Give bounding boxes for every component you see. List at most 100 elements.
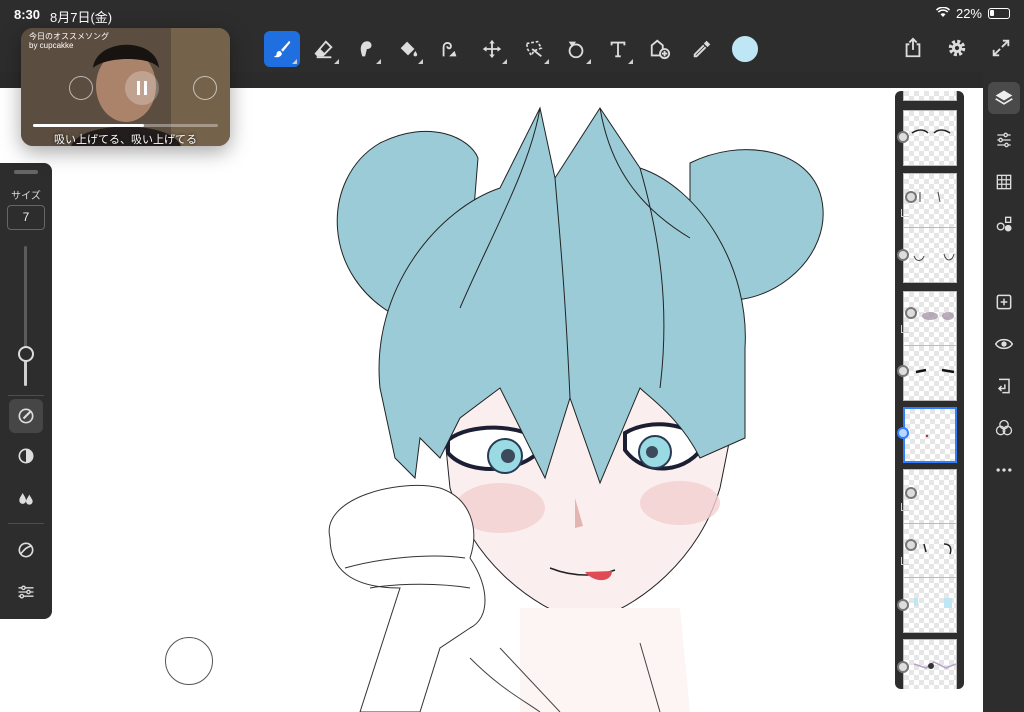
layer-preview	[915, 368, 955, 374]
brush-circle-icon	[18, 408, 34, 424]
eyedropper-tool-button[interactable]	[684, 31, 720, 67]
lasso-submenu-indicator	[544, 59, 549, 64]
layer-thumbnail-selected[interactable]	[903, 407, 957, 463]
visibility-button[interactable]	[988, 328, 1020, 360]
drawing-canvas[interactable]	[0, 88, 983, 712]
status-time: 8:30	[14, 7, 41, 22]
stabilizer-icon	[18, 542, 34, 558]
layer-preview	[913, 661, 957, 669]
shape-tool-button[interactable]	[558, 31, 594, 67]
settings-button[interactable]	[944, 34, 970, 62]
add-layer-button[interactable]	[988, 286, 1020, 318]
skip-back-icon[interactable]	[69, 76, 93, 100]
layer-visibility-dot[interactable]	[905, 539, 917, 551]
tool-row	[264, 30, 758, 68]
layer-preview	[911, 129, 951, 134]
share-button[interactable]	[900, 34, 926, 62]
clipping-mask-icon	[901, 325, 909, 333]
layer-thumbnail[interactable]	[903, 523, 957, 579]
layers-button[interactable]	[987, 82, 1020, 114]
text-icon	[610, 41, 626, 58]
blend-mode-button[interactable]	[988, 412, 1020, 444]
layer-preview	[925, 434, 929, 438]
layer-preview	[914, 598, 952, 608]
panel-divider	[8, 523, 44, 524]
blend-button[interactable]	[9, 481, 43, 515]
brush-adjust-button[interactable]	[9, 575, 43, 609]
size-slider-track[interactable]	[24, 246, 27, 386]
size-value-field[interactable]: 7	[7, 205, 45, 230]
merge-down-icon	[997, 378, 1010, 394]
size-slider-knob[interactable]	[18, 345, 34, 362]
layer-thumbnail[interactable]	[903, 227, 957, 283]
pip-progress-bar[interactable]	[33, 124, 218, 127]
layer-preview	[913, 253, 955, 261]
eraser-icon	[314, 40, 333, 59]
layers-panel	[895, 91, 964, 689]
eyedropper-icon	[693, 40, 711, 58]
size-label: サイズ	[11, 191, 41, 202]
artwork	[328, 106, 824, 712]
merge-down-button[interactable]	[988, 370, 1020, 402]
panel-divider	[8, 395, 44, 396]
blush-right	[640, 481, 720, 525]
bucket-icon	[400, 41, 418, 57]
lasso-tool-button[interactable]	[516, 31, 552, 67]
layer-thumbnail[interactable]	[903, 291, 957, 347]
pip-caption-text: 吸い上げてる、吸い上げてる	[54, 134, 197, 146]
wifi-icon	[935, 6, 951, 21]
panel-grip[interactable]	[14, 170, 38, 174]
layer-thumbnail[interactable]	[903, 110, 957, 166]
fullscreen-button[interactable]	[988, 34, 1014, 62]
layer-visibility-dot[interactable]	[897, 661, 909, 673]
brush-cursor-circle	[165, 637, 213, 685]
brush-settings-button[interactable]	[9, 399, 43, 433]
eraser-tool-button[interactable]	[306, 31, 342, 67]
grid-icon	[996, 174, 1011, 190]
more-options-button[interactable]	[988, 454, 1020, 486]
layer-thumbnail[interactable]	[903, 345, 957, 401]
share-icon	[905, 37, 921, 58]
layer-visibility-dot[interactable]	[897, 249, 909, 261]
shapes-plus-icon	[996, 216, 1011, 232]
layer-visibility-dot[interactable]	[897, 599, 909, 611]
layer-thumbnail[interactable]	[903, 577, 957, 633]
layer-visibility-dot[interactable]	[905, 307, 917, 319]
layer-visibility-dot[interactable]	[905, 487, 917, 499]
pause-icon[interactable]	[125, 71, 159, 105]
image-tool-button[interactable]	[642, 31, 678, 67]
text-tool-button[interactable]	[600, 31, 636, 67]
liquify-tool-button[interactable]	[432, 31, 468, 67]
smudge-tool-button[interactable]	[348, 31, 384, 67]
shape-icon	[568, 41, 584, 59]
eye-icon	[994, 338, 1013, 350]
layer-thumbnail[interactable]	[903, 639, 957, 689]
layer-preview	[923, 543, 952, 555]
clipping-mask-icon	[901, 209, 909, 217]
skip-forward-icon[interactable]	[193, 76, 217, 100]
grid-button[interactable]	[988, 166, 1020, 198]
adjustments-button[interactable]	[988, 124, 1020, 156]
layer-visibility-dot-selected[interactable]	[897, 427, 909, 439]
stabilizer-button[interactable]	[9, 533, 43, 567]
picture-in-picture-video[interactable]: 今日のオススメソング by cupcakke 吸い上げてる、吸い上げてる	[21, 28, 230, 146]
battery-icon	[988, 8, 1010, 19]
smudge-submenu-indicator	[376, 59, 381, 64]
opacity-button[interactable]	[9, 439, 43, 473]
move-icon	[482, 39, 502, 59]
move-tool-button[interactable]	[474, 31, 510, 67]
current-color-swatch[interactable]	[732, 36, 758, 62]
expand-icon	[992, 39, 1010, 57]
sliders-icon	[18, 585, 34, 599]
shape-submenu-indicator	[586, 59, 591, 64]
add-square-icon	[996, 294, 1011, 310]
brush-tool-button[interactable]	[264, 31, 300, 67]
fill-tool-button[interactable]	[390, 31, 426, 67]
layer-visibility-dot[interactable]	[897, 131, 909, 143]
top-right-actions	[900, 34, 1014, 62]
layer-visibility-dot[interactable]	[897, 365, 909, 377]
layer-visibility-dot[interactable]	[905, 191, 917, 203]
gear-icon	[948, 39, 966, 57]
layer-thumbnail[interactable]	[903, 91, 957, 101]
materials-button[interactable]	[988, 208, 1020, 240]
